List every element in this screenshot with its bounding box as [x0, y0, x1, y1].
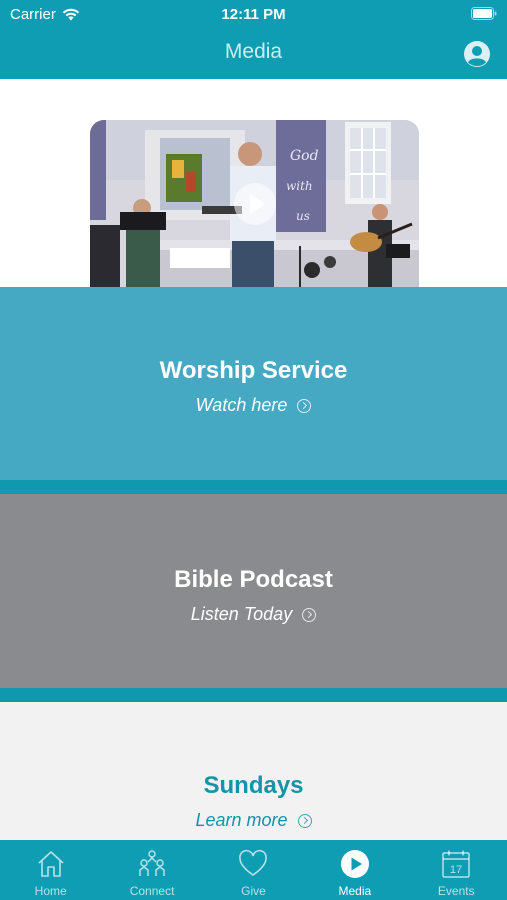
tab-home-label: Home — [34, 884, 67, 898]
profile-icon[interactable] — [463, 40, 491, 68]
svg-text:us: us — [296, 209, 310, 223]
listen-today-label: Listen Today — [190, 604, 293, 624]
learn-more-link[interactable]: Learn more — [195, 810, 312, 831]
tab-media[interactable]: Media — [304, 840, 405, 898]
chevron-right-circle-icon — [297, 398, 312, 413]
tab-events-label: Events — [437, 884, 475, 898]
worship-video-thumbnail[interactable]: God with us — [90, 120, 419, 287]
navigation-bar: Media — [0, 30, 507, 79]
status-bar: Carrier 12:11 PM — [0, 0, 507, 30]
people-icon — [139, 850, 165, 876]
heart-icon — [239, 849, 268, 876]
svg-text:God: God — [290, 148, 319, 164]
calendar-day-label: 17 — [450, 864, 462, 876]
learn-more-label: Learn more — [195, 810, 288, 830]
watch-here-link[interactable]: Watch here — [196, 395, 312, 416]
clock: 12:11 PM — [221, 6, 286, 23]
section-divider — [0, 688, 507, 702]
play-circle-icon — [340, 850, 369, 878]
worship-service-title: Worship Service — [159, 357, 348, 384]
bible-podcast-title: Bible Podcast — [174, 566, 333, 593]
battery-icon — [471, 7, 497, 20]
worship-service-section[interactable]: Worship Service Watch here — [0, 287, 507, 480]
home-icon — [38, 851, 64, 877]
sundays-title: Sundays — [203, 772, 304, 799]
tab-media-label: Media — [338, 884, 372, 898]
svg-text:with: with — [286, 179, 313, 193]
tab-home[interactable]: Home — [0, 840, 101, 898]
tab-connect-label: Connect — [129, 884, 175, 898]
calendar-icon: 17 — [442, 850, 470, 878]
tab-events[interactable]: 17 Events — [406, 840, 507, 898]
sundays-section[interactable]: Sundays Learn more — [0, 702, 507, 840]
listen-today-link[interactable]: Listen Today — [190, 604, 317, 625]
watch-here-label: Watch here — [195, 395, 288, 415]
video-area: God with us — [0, 79, 507, 287]
chevron-right-circle-icon — [297, 813, 312, 828]
tab-give-label: Give — [241, 884, 266, 898]
page-title: Media — [224, 40, 283, 63]
section-divider — [0, 480, 507, 494]
play-icon[interactable] — [233, 182, 276, 225]
tab-connect[interactable]: Connect — [102, 840, 203, 898]
chevron-right-circle-icon — [302, 607, 317, 622]
bible-podcast-section[interactable]: Bible Podcast Listen Today — [0, 494, 507, 688]
tab-bar: Home Connect Give Media 17 Events — [0, 840, 507, 900]
tab-give[interactable]: Give — [203, 840, 304, 898]
